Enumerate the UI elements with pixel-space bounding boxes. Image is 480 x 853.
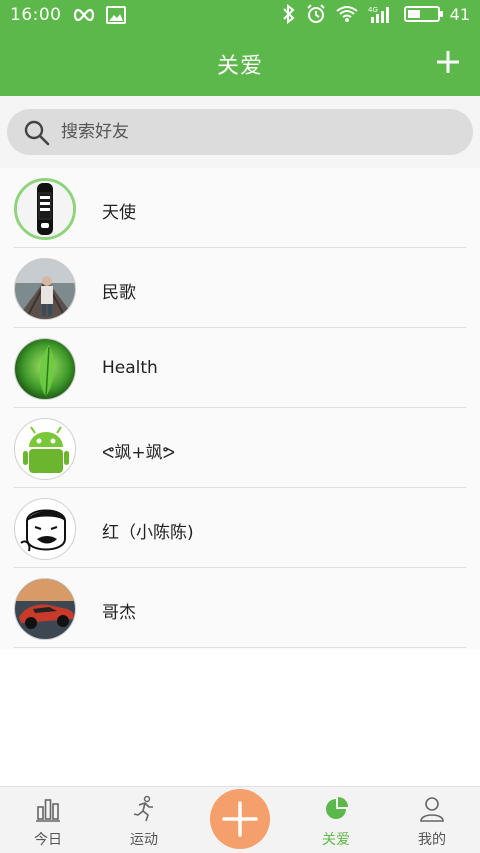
signal-4g-icon: 4G xyxy=(368,4,394,24)
search-icon xyxy=(24,120,50,146)
friend-row[interactable]: 哥杰 xyxy=(0,568,480,648)
friend-row[interactable]: 民歌 xyxy=(0,248,480,328)
nav-label: 我的 xyxy=(418,832,446,848)
status-time: 16:00 xyxy=(10,5,62,25)
android-avatar xyxy=(14,418,76,480)
friend-name: 民歌 xyxy=(102,283,136,303)
nav-sport[interactable]: 运动 xyxy=(96,787,192,853)
plus-icon xyxy=(437,51,459,73)
bar-chart-icon xyxy=(36,799,60,822)
friend-row[interactable]: 天使 xyxy=(0,168,480,248)
car-avatar xyxy=(14,578,76,640)
search-area xyxy=(0,96,480,168)
friend-name: 红（小陈陈) xyxy=(102,523,194,543)
plus-icon xyxy=(222,801,258,837)
status-bar: 16:00 4G 41 xyxy=(0,0,480,30)
friend-list: 天使 民歌 Health ᕙ飒+飒ᕗ 红（小陈陈) 哥杰 xyxy=(0,168,480,650)
page-title: 关爱 xyxy=(216,54,263,79)
svg-text:4G: 4G xyxy=(368,6,378,14)
pie-chart-icon xyxy=(326,797,348,819)
search-bar[interactable] xyxy=(7,109,473,155)
friend-name: ᕙ飒+飒ᕗ xyxy=(102,443,175,463)
bluetooth-icon xyxy=(282,4,296,24)
nav-label: 运动 xyxy=(130,832,158,848)
friend-name: Health xyxy=(102,358,158,378)
wifi-icon xyxy=(336,5,358,23)
friend-name: 哥杰 xyxy=(102,603,136,623)
top-bar: 16:00 4G 41 关爱 xyxy=(0,0,480,96)
image-icon xyxy=(105,6,126,24)
center-add-button[interactable] xyxy=(210,789,270,849)
battery-icon xyxy=(403,6,443,22)
nav-mine[interactable]: 我的 xyxy=(384,787,480,853)
add-friend-button[interactable] xyxy=(434,48,462,76)
runner-icon xyxy=(133,795,153,822)
person-photo-avatar xyxy=(14,258,76,320)
nav-care[interactable]: 关爱 xyxy=(288,787,384,853)
friend-row[interactable]: ᕙ飒+飒ᕗ xyxy=(0,408,480,488)
watch-avatar xyxy=(14,178,76,240)
alarm-icon xyxy=(306,4,326,24)
infinity-icon xyxy=(72,8,96,22)
friend-row[interactable]: 红（小陈陈) xyxy=(0,488,480,568)
leaf-avatar xyxy=(14,338,76,400)
friend-row[interactable]: Health xyxy=(0,328,480,408)
search-input[interactable] xyxy=(61,117,451,147)
user-icon xyxy=(420,797,444,822)
battery-level: 41 xyxy=(449,4,470,24)
nav-label: 关爱 xyxy=(322,832,350,848)
friend-name: 天使 xyxy=(102,203,136,223)
app-bar: 关爱 xyxy=(0,30,480,96)
nav-label: 今日 xyxy=(34,832,62,848)
meme-avatar xyxy=(14,498,76,560)
nav-today[interactable]: 今日 xyxy=(0,787,96,853)
